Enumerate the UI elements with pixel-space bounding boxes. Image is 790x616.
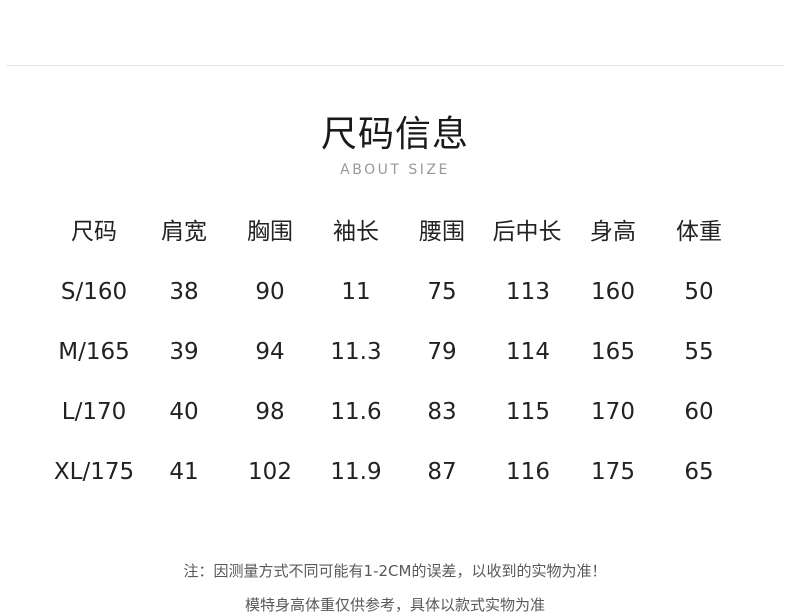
table-row: M/165 39 94 11.3 79 114 165 55: [0, 322, 790, 382]
header-weight: 体重: [676, 219, 722, 245]
cell-shoulder: 39: [169, 339, 199, 365]
cell-chest: 102: [248, 459, 292, 485]
header-size: 尺码: [71, 219, 117, 245]
header-sleeve: 袖长: [333, 219, 379, 245]
cell-sleeve: 11.9: [330, 459, 382, 485]
cell-weight: 50: [684, 279, 714, 305]
table-row: XL/175 41 102 11.9 87 116 175 65: [0, 442, 790, 502]
cell-sleeve: 11: [341, 279, 371, 305]
page-title: 尺码信息: [320, 114, 469, 155]
cell-back-length: 116: [506, 459, 550, 485]
cell-height: 175: [591, 459, 635, 485]
cell-waist: 87: [427, 459, 457, 485]
cell-chest: 98: [255, 399, 285, 425]
header-back-length: 后中长: [492, 219, 562, 245]
page-subtitle: ABOUT SIZE: [340, 162, 450, 178]
header-height: 身高: [590, 219, 636, 245]
cell-sleeve: 11.6: [330, 399, 382, 425]
cell-size: XL/175: [53, 459, 135, 485]
cell-shoulder: 38: [169, 279, 199, 305]
cell-shoulder: 41: [169, 459, 199, 485]
cell-size: S/160: [60, 279, 128, 305]
cell-waist: 75: [427, 279, 457, 305]
header-chest: 胸围: [247, 219, 293, 245]
cell-weight: 65: [684, 459, 714, 485]
cell-back-length: 114: [506, 339, 550, 365]
cell-waist: 83: [427, 399, 457, 425]
cell-back-length: 115: [506, 399, 550, 425]
cell-chest: 90: [255, 279, 285, 305]
cell-back-length: 113: [506, 279, 550, 305]
cell-weight: 60: [684, 399, 714, 425]
cell-waist: 79: [427, 339, 457, 365]
table-header-row: 尺码 肩宽 胸围 袖长 腰围 后中长 身高 体重: [0, 202, 790, 262]
cell-shoulder: 40: [169, 399, 199, 425]
top-divider: [6, 65, 784, 66]
model-note: 模特身高体重仅供参考，具体以款式实物为准: [244, 596, 545, 614]
cell-height: 170: [591, 399, 635, 425]
cell-size: L/170: [61, 399, 127, 425]
measurement-note: 注：因测量方式不同可能有1-2CM的误差，以收到的实物为准！: [183, 562, 607, 580]
table-row: L/170 40 98 11.6 83 115 170 60: [0, 382, 790, 442]
cell-chest: 94: [255, 339, 285, 365]
cell-sleeve: 11.3: [330, 339, 382, 365]
table-row: S/160 38 90 11 75 113 160 50: [0, 262, 790, 322]
cell-size: M/165: [58, 339, 130, 365]
cell-weight: 55: [684, 339, 714, 365]
cell-height: 160: [591, 279, 635, 305]
header-waist: 腰围: [419, 219, 465, 245]
cell-height: 165: [591, 339, 635, 365]
header-shoulder: 肩宽: [161, 219, 207, 245]
